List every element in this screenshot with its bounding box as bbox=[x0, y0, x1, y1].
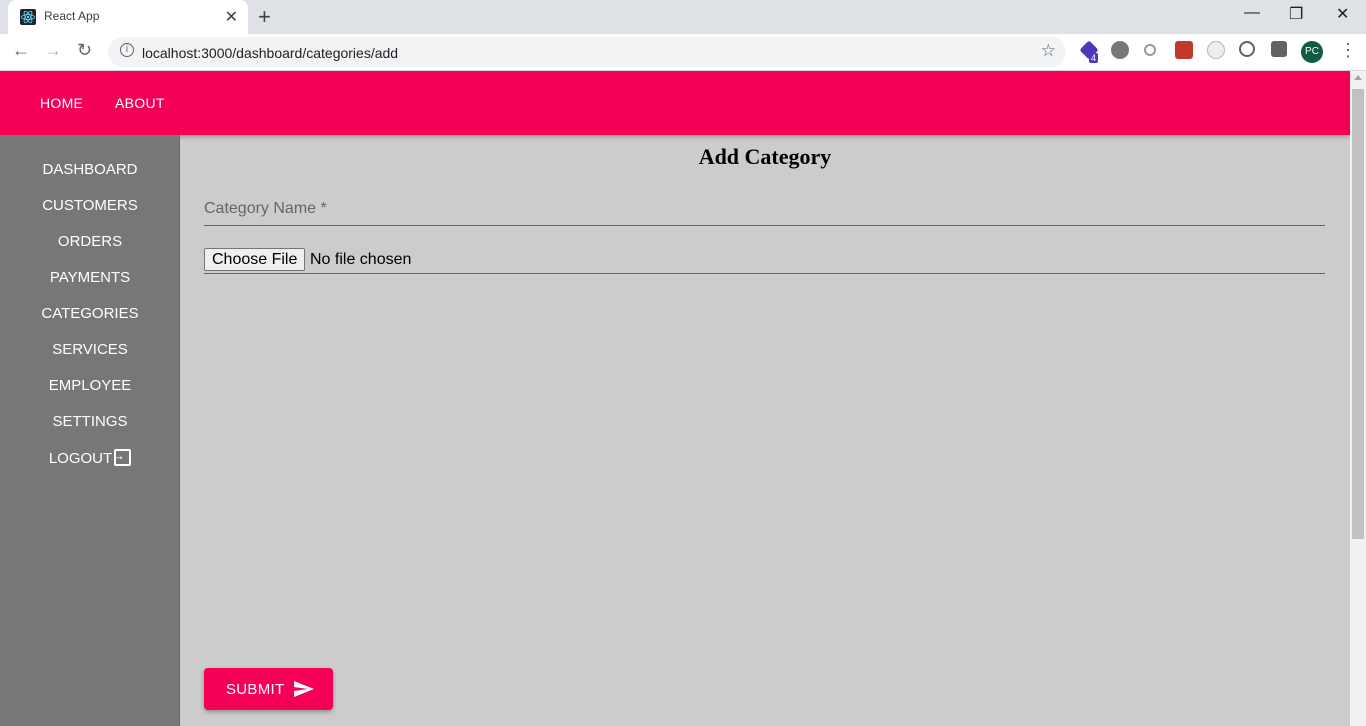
logout-icon bbox=[112, 448, 132, 466]
profile-avatar[interactable]: PC bbox=[1301, 41, 1323, 63]
submit-label: SUBMIT bbox=[226, 681, 285, 698]
minimize-button[interactable]: — bbox=[1244, 4, 1260, 22]
submit-button[interactable]: SUBMIT bbox=[204, 668, 333, 710]
sidebar-item-orders[interactable]: ORDERS bbox=[0, 233, 180, 250]
react-favicon-icon bbox=[20, 9, 36, 25]
address-url[interactable]: localhost:3000/dashboard/categories/add bbox=[142, 45, 398, 61]
browser-toolbar: ← → ↻ i localhost:3000/dashboard/categor… bbox=[0, 34, 1366, 71]
app-bar: HOME ABOUT bbox=[0, 71, 1350, 135]
extension-code-icon[interactable] bbox=[1239, 41, 1255, 57]
browser-tabstrip: React App ✕ + — ❐ ✕ bbox=[0, 0, 1366, 34]
sidebar-item-logout-label: LOGOUT bbox=[48, 450, 113, 467]
sidebar-item-logout[interactable]: LOGOUT bbox=[0, 448, 180, 467]
category-name-field[interactable]: Category Name * bbox=[204, 200, 1325, 226]
sidebar-item-services[interactable]: SERVICES bbox=[0, 341, 180, 358]
back-button[interactable]: ← bbox=[12, 40, 30, 61]
browser-menu-icon[interactable]: ⋮ bbox=[1339, 40, 1357, 61]
sidebar-item-payments[interactable]: PAYMENTS bbox=[0, 269, 180, 286]
extension-link-icon[interactable] bbox=[1144, 44, 1156, 56]
tab-close-icon[interactable]: ✕ bbox=[225, 7, 238, 27]
forward-button[interactable]: → bbox=[44, 40, 62, 61]
choose-file-button[interactable]: Choose File bbox=[204, 248, 306, 271]
nav-link-about[interactable]: ABOUT bbox=[115, 95, 165, 111]
extension-film-icon[interactable] bbox=[1111, 41, 1129, 59]
site-info-icon[interactable]: i bbox=[120, 43, 134, 57]
scrollbar-thumb[interactable] bbox=[1352, 89, 1364, 539]
main-content: Add Category Category Name * Choose File… bbox=[180, 135, 1350, 726]
bookmark-star-icon[interactable]: ☆ bbox=[1041, 41, 1056, 61]
nav-link-home[interactable]: HOME bbox=[40, 95, 83, 111]
close-window-button[interactable]: ✕ bbox=[1336, 4, 1349, 24]
category-name-label: Category Name * bbox=[204, 200, 327, 217]
extension-red-icon[interactable] bbox=[1175, 41, 1193, 59]
browser-tab[interactable]: React App ✕ bbox=[8, 0, 248, 34]
sidebar-item-employee[interactable]: EMPLOYEE bbox=[0, 377, 180, 394]
sidebar: DASHBOARD CUSTOMERS ORDERS PAYMENTS CATE… bbox=[0, 135, 180, 726]
page: HOME ABOUT DASHBOARD CUSTOMERS ORDERS PA… bbox=[0, 71, 1350, 726]
sidebar-item-dashboard[interactable]: DASHBOARD bbox=[0, 161, 180, 178]
extension-circle-icon[interactable] bbox=[1207, 41, 1225, 59]
scroll-up-arrow-icon[interactable] bbox=[1354, 75, 1362, 80]
sidebar-item-categories[interactable]: CATEGORIES bbox=[0, 305, 180, 322]
file-upload-field: Choose File No file chosen bbox=[204, 248, 1325, 274]
address-bar[interactable]: i localhost:3000/dashboard/categories/ad… bbox=[108, 37, 1066, 67]
send-icon bbox=[294, 681, 314, 697]
file-status-text: No file chosen bbox=[310, 251, 412, 268]
sidebar-item-settings[interactable]: SETTINGS bbox=[0, 413, 180, 430]
new-tab-button[interactable]: + bbox=[258, 4, 271, 30]
extension-badge: 4 bbox=[1089, 53, 1099, 63]
restore-button[interactable]: ❐ bbox=[1289, 4, 1303, 24]
page-scrollbar[interactable] bbox=[1350, 71, 1366, 726]
extensions-puzzle-icon[interactable] bbox=[1271, 41, 1287, 57]
page-title: Add Category bbox=[698, 144, 832, 169]
reload-button[interactable]: ↻ bbox=[77, 40, 92, 61]
sidebar-item-customers[interactable]: CUSTOMERS bbox=[0, 197, 180, 214]
tab-title: React App bbox=[44, 9, 100, 23]
